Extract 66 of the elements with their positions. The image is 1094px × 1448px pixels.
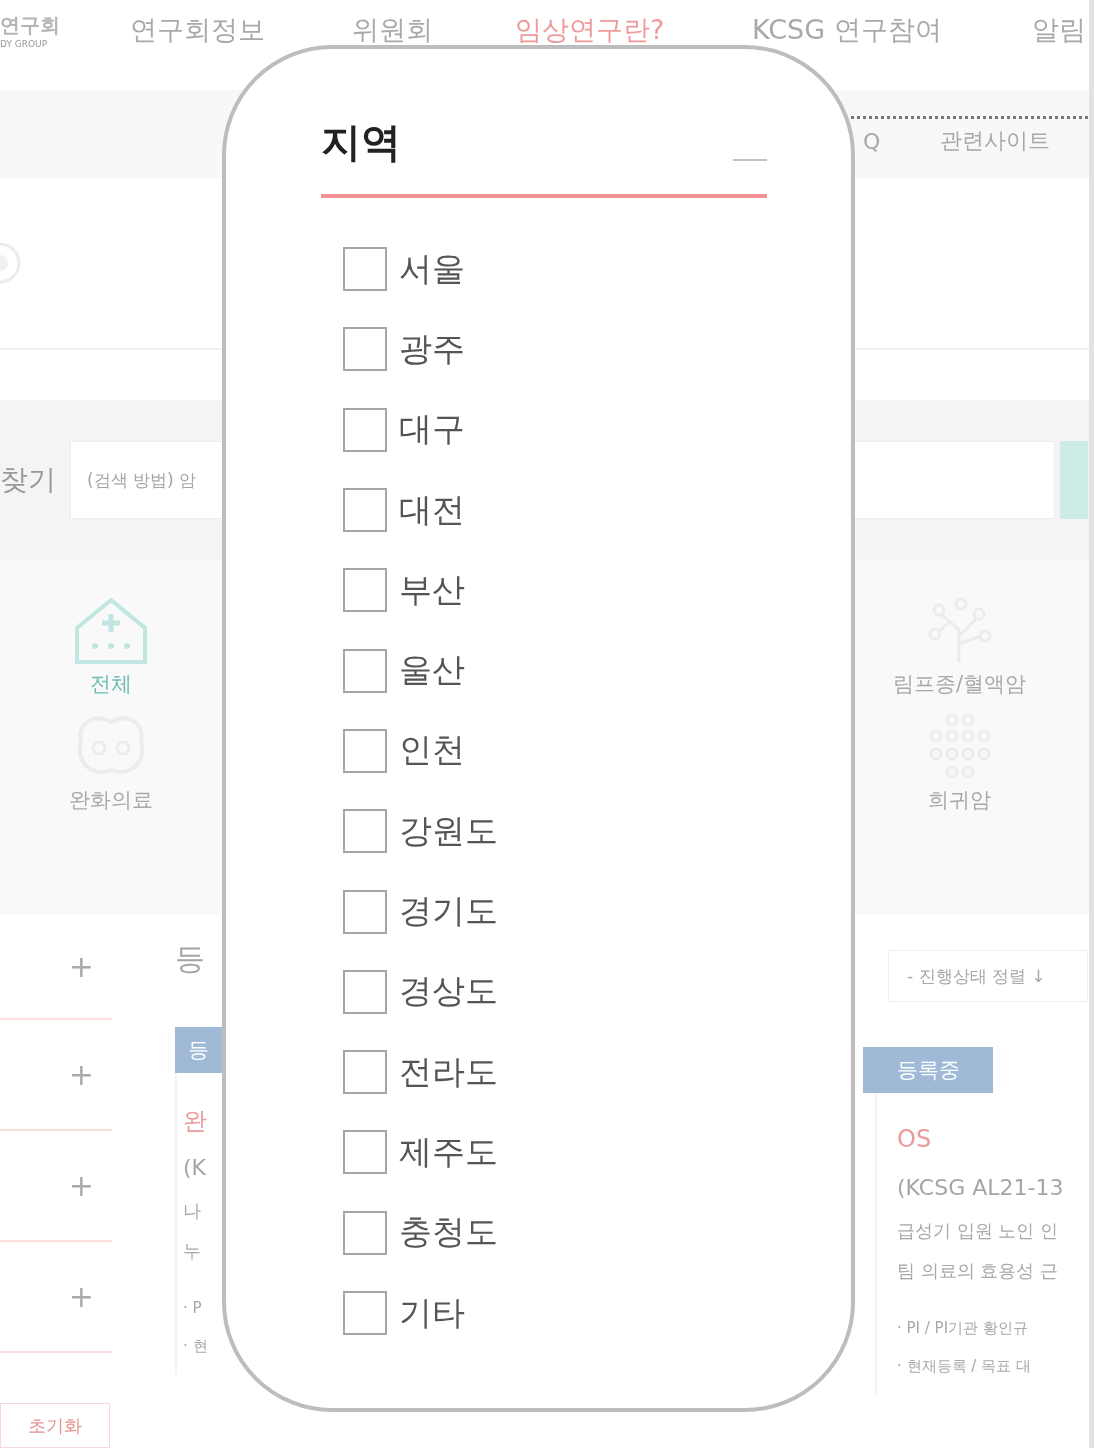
checkbox[interactable]: [343, 1291, 387, 1335]
checkbox[interactable]: [343, 1050, 387, 1095]
card-info: · PI / PI기관 황인규: [897, 1319, 1028, 1339]
card-description: 급성기 입원 노인 인: [897, 1219, 1059, 1243]
checkbox[interactable]: [343, 809, 387, 854]
card-info: · P: [183, 1299, 202, 1319]
region-option[interactable]: 충청도: [343, 1192, 498, 1273]
house-icon: [73, 596, 149, 666]
expand-button[interactable]: +: [68, 1279, 94, 1314]
region-option[interactable]: 부산: [343, 550, 465, 631]
region-option[interactable]: 제주도: [343, 1112, 498, 1193]
checkbox[interactable]: [343, 247, 387, 292]
sort-dropdown[interactable]: - 진행상태 정렬 ↓: [888, 950, 1088, 1002]
checkbox[interactable]: [343, 728, 387, 773]
card-info: · 현: [183, 1337, 208, 1357]
checkbox[interactable]: [343, 407, 387, 452]
nav-link[interactable]: 연구회정보: [130, 12, 265, 48]
checkbox[interactable]: [343, 969, 387, 1014]
card-code: (K: [183, 1155, 206, 1182]
checkbox[interactable]: [343, 889, 387, 934]
region-option[interactable]: 기타: [343, 1272, 465, 1354]
subnav-link[interactable]: 관련사이트: [940, 126, 1051, 156]
section-heading: 등: [175, 939, 206, 978]
region-option[interactable]: 강원도: [343, 791, 498, 872]
nav-link[interactable]: 알림: [1032, 12, 1086, 48]
subnav-link[interactable]: Q: [863, 128, 881, 154]
checkbox[interactable]: [343, 488, 387, 533]
region-option[interactable]: 광주: [343, 309, 465, 390]
category-button[interactable]: 전체: [73, 596, 149, 698]
nav-link[interactable]: KCSG 연구참여: [752, 12, 942, 48]
nav-link[interactable]: 임상연구란?: [515, 12, 665, 48]
logo-subtitle: DY GROUP: [0, 39, 48, 49]
checkbox[interactable]: [343, 1210, 387, 1255]
expand-button[interactable]: +: [68, 1057, 94, 1092]
card-description: 누: [183, 1239, 201, 1263]
reset-button[interactable]: 초기화: [0, 1403, 110, 1448]
card-description: 나: [183, 1199, 201, 1223]
card-title: 완: [183, 1106, 207, 1137]
region-option[interactable]: 울산: [343, 630, 465, 711]
expand-button[interactable]: +: [68, 949, 94, 984]
expand-button[interactable]: +: [68, 1168, 94, 1203]
search-label: 찾기: [0, 462, 57, 498]
region-option[interactable]: 경기도: [343, 871, 498, 952]
nav-link[interactable]: 위원회: [352, 12, 433, 48]
checkbox[interactable]: [343, 568, 387, 613]
card-title: OS: [897, 1125, 932, 1155]
card-info: · 현재등록 / 목표 대: [897, 1357, 1031, 1377]
checkbox[interactable]: [343, 1130, 387, 1175]
status-badge: 등: [175, 1027, 222, 1073]
category-button[interactable]: 림프종/혈액암: [892, 596, 1027, 698]
status-badge: 등록중: [863, 1047, 993, 1093]
category-button[interactable]: 완화의료: [69, 712, 153, 814]
scrollbar[interactable]: [1089, 0, 1094, 1448]
region-option[interactable]: 경상도: [343, 951, 498, 1032]
region-option[interactable]: 대전: [343, 469, 465, 551]
checkbox[interactable]: [343, 327, 387, 372]
panel-title: 지역: [321, 118, 401, 167]
checkbox[interactable]: [343, 648, 387, 693]
region-option[interactable]: 전라도: [343, 1031, 498, 1113]
region-option[interactable]: 인천: [343, 710, 465, 792]
card-description: 팀 의료의 효용성 근: [897, 1259, 1059, 1283]
region-option[interactable]: 서울: [343, 229, 465, 310]
card-code: (KCSG AL21-13: [897, 1175, 1064, 1202]
category-button[interactable]: 희귀암: [921, 712, 998, 814]
logo-text: 연구회: [0, 12, 60, 39]
region-option[interactable]: 대구: [343, 389, 465, 470]
